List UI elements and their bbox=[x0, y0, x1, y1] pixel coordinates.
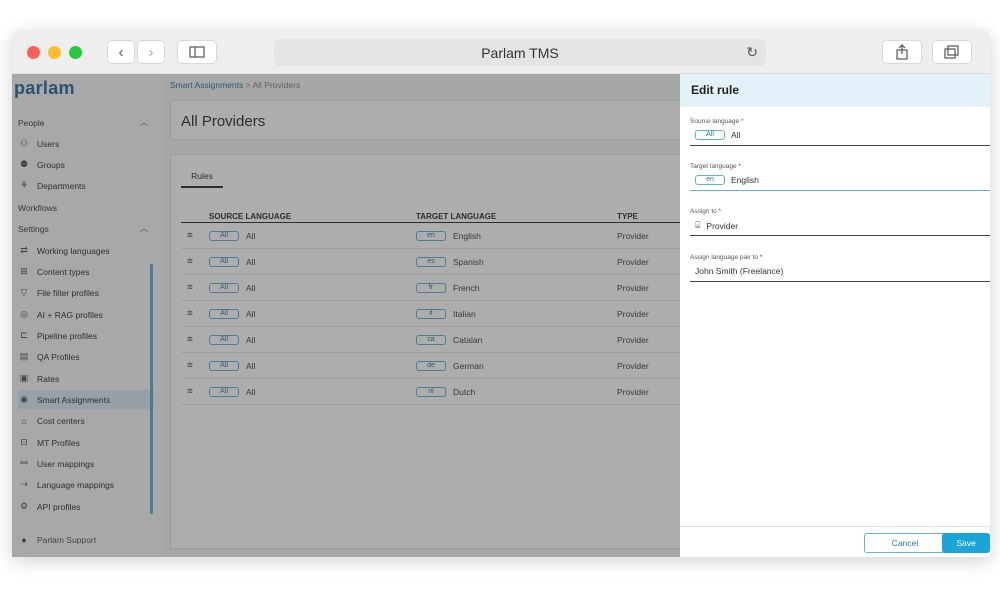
panel-header: Edit rule bbox=[680, 74, 990, 107]
tabs-button[interactable] bbox=[932, 40, 972, 64]
app-content: parlam People ︿ ⚇ Users ⚉ Groups ⚘ Departme… bbox=[12, 74, 990, 557]
share-button[interactable] bbox=[882, 40, 922, 64]
panel-title: Edit rule bbox=[691, 83, 740, 97]
forward-button[interactable]: › bbox=[137, 40, 165, 64]
target-language-value: en English bbox=[695, 175, 759, 185]
reload-icon[interactable]: ↻ bbox=[746, 44, 758, 61]
share-icon bbox=[896, 44, 908, 60]
source-language-value: All All bbox=[695, 130, 740, 140]
target-language-text: English bbox=[731, 175, 759, 185]
back-button[interactable]: ‹ bbox=[107, 40, 135, 64]
browser-titlebar: ‹ › Parlam TMS ↻ bbox=[12, 30, 990, 74]
chevron-left-icon: ‹ bbox=[118, 43, 124, 61]
assign-pair-value: John Smith (Freelance) bbox=[695, 266, 784, 276]
sidebar-icon bbox=[189, 46, 205, 58]
target-language-label: Target language * bbox=[690, 163, 741, 170]
address-bar[interactable]: Parlam TMS ↻ bbox=[274, 39, 766, 66]
assign-pair-field[interactable]: Assign language pair to * John Smith (Fr… bbox=[690, 254, 990, 282]
sidebar-toggle-button[interactable] bbox=[177, 40, 217, 64]
target-code-badge: en bbox=[695, 175, 725, 185]
assign-pair-label: Assign language pair to * bbox=[690, 254, 763, 261]
target-language-field[interactable]: Target language * en English bbox=[690, 163, 990, 191]
save-button[interactable]: Save bbox=[942, 533, 990, 553]
address-text: Parlam TMS bbox=[481, 44, 559, 61]
chevron-right-icon: › bbox=[148, 43, 154, 61]
source-language-field[interactable]: Source language * All All bbox=[690, 118, 990, 146]
minimize-window-button[interactable] bbox=[48, 46, 61, 59]
tabs-icon bbox=[944, 45, 959, 59]
assign-to-text: Provider bbox=[706, 220, 739, 231]
source-language-text: All bbox=[731, 130, 741, 140]
assign-to-label: Assign to * bbox=[690, 208, 722, 215]
edit-rule-panel: Edit rule Source language * All All Targ… bbox=[680, 74, 990, 557]
source-code-badge: All bbox=[695, 130, 725, 140]
assign-to-value: ⌸ Provider bbox=[695, 220, 738, 231]
provider-icon: ⌸ bbox=[695, 220, 701, 230]
modal-backdrop[interactable] bbox=[12, 74, 680, 557]
cancel-button[interactable]: Cancel bbox=[864, 533, 946, 553]
panel-footer: Cancel Save bbox=[680, 526, 990, 557]
close-window-button[interactable] bbox=[27, 46, 40, 59]
maximize-window-button[interactable] bbox=[69, 46, 82, 59]
assign-to-field[interactable]: Assign to * ⌸ Provider bbox=[690, 208, 990, 236]
source-language-label: Source language * bbox=[690, 118, 744, 125]
browser-window: ‹ › Parlam TMS ↻ parlam People ︿ ⚇ Users … bbox=[12, 30, 990, 557]
